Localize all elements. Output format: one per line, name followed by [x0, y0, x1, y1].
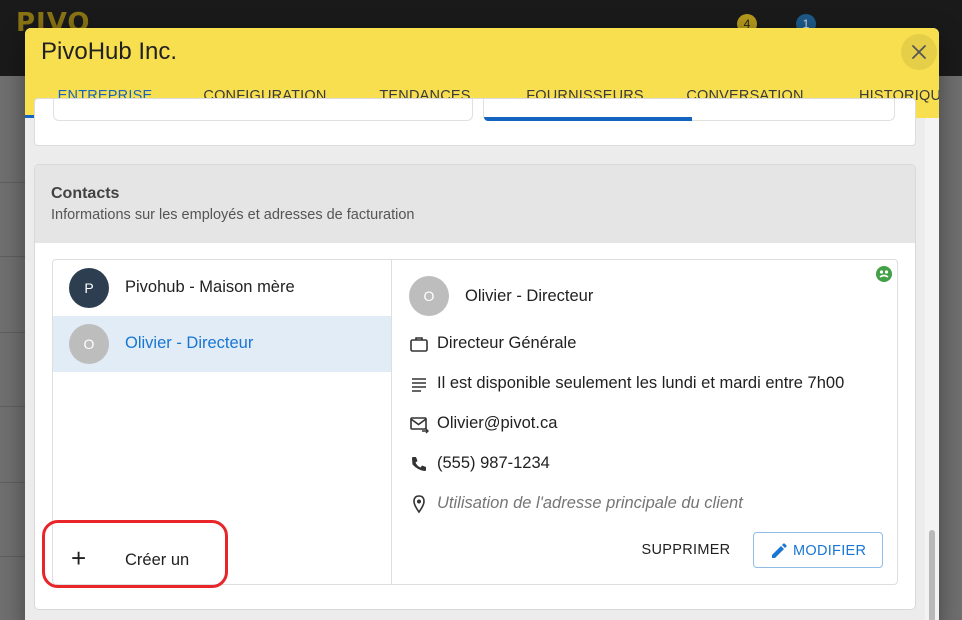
notes-icon — [412, 378, 426, 392]
previous-field[interactable] — [483, 99, 895, 121]
contact-name: Olivier - Directeur — [465, 287, 594, 305]
avatar: P — [69, 268, 109, 308]
address-row: Utilisation de l'adresse principale du c… — [409, 492, 889, 514]
scrollbar-thumb[interactable] — [929, 530, 935, 620]
list-item[interactable]: P Pivohub - Maison mère — [53, 260, 391, 316]
avatar: O — [69, 324, 109, 364]
field-focus-underline — [484, 117, 692, 121]
list-item-label: Pivohub - Maison mère — [125, 278, 295, 296]
email-row: Olivier@pivot.ca — [409, 412, 889, 434]
close-button[interactable] — [901, 34, 937, 70]
note-row: Il est disponible seulement les lundi et… — [409, 372, 889, 394]
pencil-icon — [772, 543, 787, 558]
contact-phone[interactable]: (555) 987-1234 — [437, 454, 550, 473]
delete-button[interactable]: SUPPRIMER — [631, 532, 741, 568]
location-pin-icon — [413, 495, 425, 514]
contact-note: Il est disponible seulement les lundi et… — [437, 374, 845, 392]
contacts-subtitle: Informations sur les employés et adresse… — [51, 207, 415, 223]
job-title-row: Directeur Générale — [409, 332, 889, 354]
avatar: O — [409, 276, 449, 316]
phone-icon — [412, 457, 426, 471]
list-item-label: Olivier - Directeur — [125, 334, 254, 352]
contact-email[interactable]: Olivier@pivot.ca — [437, 414, 557, 433]
annotation-highlight — [42, 520, 228, 588]
edit-button[interactable]: MODIFIER — [753, 532, 883, 568]
briefcase-icon — [410, 337, 428, 352]
edit-button-label: MODIFIER — [793, 543, 867, 559]
job-title: Directeur Générale — [437, 334, 577, 352]
previous-field[interactable] — [53, 99, 473, 121]
email-icon — [410, 417, 429, 434]
close-icon — [912, 45, 926, 59]
contacts-title: Contacts — [51, 185, 120, 202]
list-item[interactable]: O Olivier - Directeur — [53, 316, 391, 372]
status-online-icon — [876, 266, 892, 282]
contact-detail: O Olivier - Directeur Directeur Générale — [393, 260, 898, 584]
previous-section-card — [34, 98, 916, 146]
contact-address: Utilisation de l'adresse principale du c… — [437, 494, 743, 512]
phone-row: (555) 987-1234 — [409, 452, 889, 474]
contacts-header: Contacts Informations sur les employés e… — [35, 165, 915, 243]
scrollbar[interactable] — [925, 118, 939, 620]
dialog-title: PivoHub Inc. — [41, 38, 178, 65]
